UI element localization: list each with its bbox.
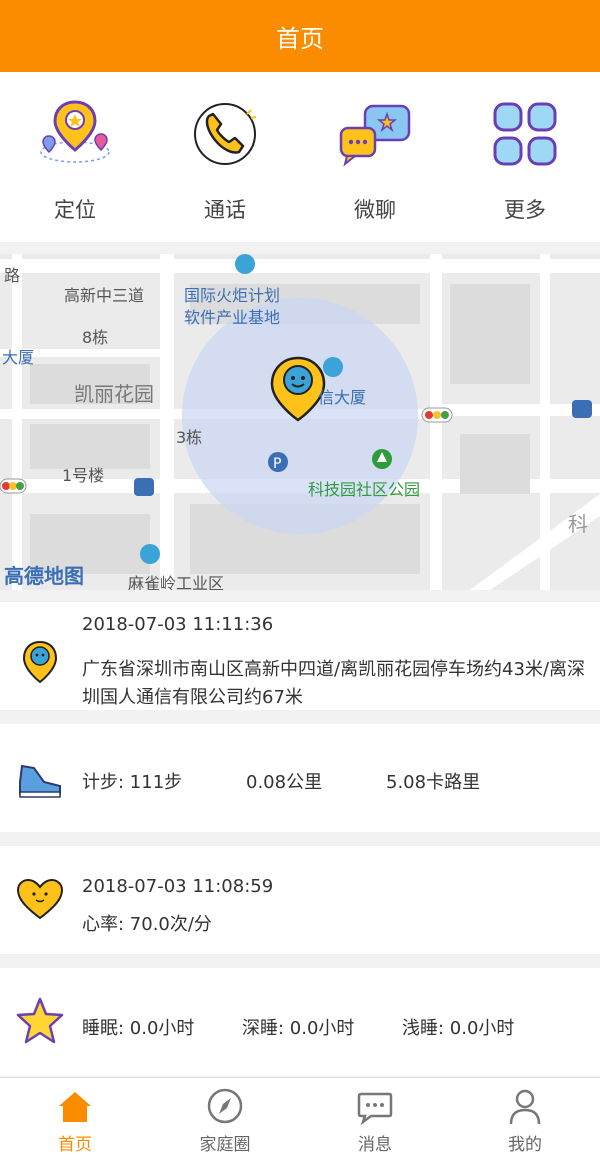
sleep-light: 浅睡: 0.0小时 (402, 1018, 515, 1039)
quick-action-label: 定位 (54, 198, 96, 222)
home-icon (59, 1092, 91, 1122)
location-time: 2018-07-03 11:11:36 (82, 614, 274, 635)
quick-actions: 定位 通话 微聊 更多 (0, 72, 600, 242)
heart-rate-card[interactable]: 2018-07-03 11:08:59 心率: 70.0次/分 (0, 846, 600, 954)
location-address: 广东省深圳市南山区高新中四道/离凯丽花园停车场约43米/离深圳国人通信有限公司约… (82, 659, 586, 708)
tab-label: 消息 (358, 1135, 392, 1155)
quick-action-label: 更多 (504, 198, 546, 222)
quick-action-label: 微聊 (354, 198, 396, 222)
quick-action-call[interactable]: 通话 (150, 72, 300, 242)
tab-profile[interactable]: 我的 (450, 1078, 600, 1164)
tab-label: 家庭圈 (199, 1135, 251, 1155)
tab-home[interactable]: 首页 (0, 1078, 150, 1164)
heart-icon (16, 878, 64, 920)
map-label: 凯丽花园 (74, 382, 154, 406)
tab-label: 首页 (58, 1135, 92, 1155)
quick-action-label: 通话 (204, 198, 246, 222)
quick-action-location[interactable]: 定位 (0, 72, 150, 242)
heart-rate-time: 2018-07-03 11:08:59 (82, 876, 274, 897)
map-label: 8栋 (82, 328, 109, 347)
map-label: 国际火炬计划 (184, 286, 281, 305)
location-map[interactable]: P 路 高新中三道 国际火炬计划 软件产业基地 8栋 大厦 凯丽花园 信大厦 3… (0, 254, 600, 590)
map-label: 3栋 (176, 428, 203, 447)
location-avatar-icon (22, 640, 58, 684)
map-label: 高新中三道 (64, 286, 145, 305)
map-label: 大厦 (2, 348, 35, 367)
app-header: 首页 (0, 0, 600, 72)
steps-count: 计步: 111步 (82, 772, 183, 793)
steps-calories: 5.08卡路里 (386, 772, 481, 793)
map-label: 软件产业基地 (184, 308, 281, 327)
star-icon (16, 997, 64, 1044)
map-label: 麻雀岭工业区 (128, 574, 225, 590)
heart-rate-value: 心率: 70.0次/分 (82, 914, 212, 935)
bottom-tab-bar: 首页 家庭圈 消息 我的 (0, 1077, 600, 1164)
map-logo: 高德地图 (4, 564, 84, 588)
location-pin-icon (40, 100, 110, 163)
user-icon (509, 1089, 541, 1125)
steps-distance: 0.08公里 (246, 772, 323, 793)
page-title: 首页 (276, 24, 324, 53)
tab-messages[interactable]: 消息 (300, 1078, 450, 1164)
map-label: 路 (4, 266, 21, 285)
message-icon (357, 1092, 393, 1126)
sneaker-icon (19, 764, 61, 798)
sleep-card[interactable]: 睡眠: 0.0小时 深睡: 0.0小时 浅睡: 0.0小时 (0, 968, 600, 1076)
map-label: 1号楼 (62, 466, 105, 485)
tab-label: 我的 (508, 1135, 542, 1155)
sleep-total: 睡眠: 0.0小时 (82, 1018, 195, 1039)
steps-card[interactable]: 计步: 111步 0.08公里 5.08卡路里 (0, 724, 600, 832)
grid-more-icon (493, 102, 557, 166)
map-label: 科 (568, 512, 588, 536)
compass-icon (207, 1088, 243, 1124)
map-label: 科技园社区公园 (308, 480, 421, 499)
sleep-deep: 深睡: 0.0小时 (242, 1018, 355, 1039)
svg-text:P: P (273, 456, 281, 472)
phone-icon (194, 103, 257, 165)
quick-action-more[interactable]: 更多 (450, 72, 600, 242)
tab-family-circle[interactable]: 家庭圈 (150, 1078, 300, 1164)
chat-bubbles-icon (339, 104, 411, 167)
map-label: 信大厦 (318, 388, 367, 407)
location-card[interactable]: 2018-07-03 11:11:36 广东省深圳市南山区高新中四道/离凯丽花园… (0, 602, 600, 710)
quick-action-chat[interactable]: 微聊 (300, 72, 450, 242)
